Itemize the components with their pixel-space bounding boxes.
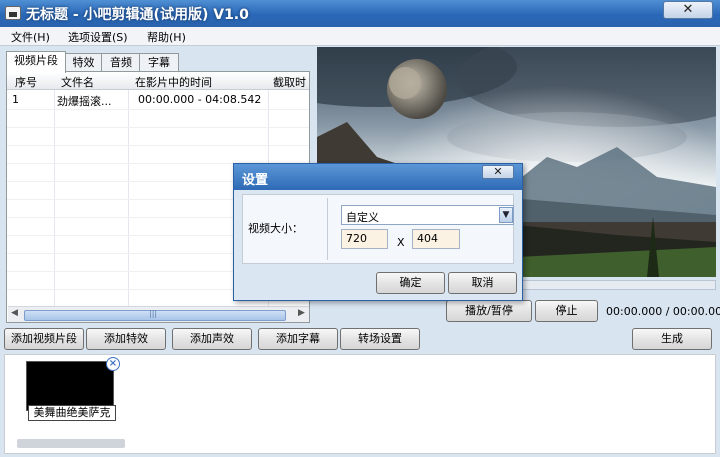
stop-button[interactable]: 停止 — [535, 300, 598, 322]
menu-file[interactable]: 文件(H) — [11, 29, 50, 45]
scroll-right-arrow-icon[interactable]: ▶ — [298, 308, 305, 318]
generate-button[interactable]: 生成 — [632, 328, 712, 350]
dialog-close-button[interactable]: ✕ — [482, 165, 514, 179]
row-filename: 劲爆摇滚... — [57, 95, 112, 108]
chevron-down-icon[interactable]: ▼ — [499, 207, 513, 223]
close-window-button[interactable]: ✕ — [663, 1, 713, 19]
cancel-button[interactable]: 取消 — [448, 272, 517, 294]
row-index: 1 — [12, 93, 19, 106]
tab-effects[interactable]: 特效 — [64, 53, 103, 72]
tab-audio[interactable]: 音频 — [101, 53, 141, 72]
window-title: 无标题 - 小吧剪辑通(试用版) V1.0 — [26, 7, 249, 23]
film-app-icon — [5, 6, 21, 20]
add-clip-button[interactable]: 添加视频片段 — [4, 328, 84, 350]
dialog-divider — [327, 198, 328, 260]
row-line — [7, 127, 309, 128]
menu-help[interactable]: 帮助(H) — [147, 29, 186, 45]
list-header: 序号 文件名 在影片中的时间 截取时 — [7, 72, 309, 90]
add-subtitle-button[interactable]: 添加字幕 — [258, 328, 338, 350]
transition-settings-button[interactable]: 转场设置 — [340, 328, 420, 350]
header-filename[interactable]: 文件名 — [61, 74, 94, 90]
title-bar: 无标题 - 小吧剪辑通(试用版) V1.0 ✕ — [0, 0, 720, 27]
add-effect-button[interactable]: 添加特效 — [86, 328, 166, 350]
clip-label: 美舞曲绝美萨克 — [28, 405, 116, 421]
width-input[interactable]: 720 — [341, 229, 388, 249]
scroll-left-arrow-icon[interactable]: ◀ — [11, 308, 18, 318]
time-display: 00:00.000 / 00:00.000 — [606, 305, 720, 318]
horizontal-scrollbar[interactable]: ◀ ||| ▶ — [8, 306, 309, 322]
dialog-title: 设置 — [242, 173, 269, 188]
header-cut-time[interactable]: 截取时 — [273, 74, 306, 90]
remove-clip-icon[interactable]: × — [106, 357, 120, 371]
row-time: 00:00.000 - 04:08.542 — [138, 93, 262, 106]
dialog-title-bar: 设置 ✕ — [234, 164, 522, 190]
row-line — [7, 145, 309, 146]
header-time-in-movie[interactable]: 在影片中的时间 — [135, 74, 212, 90]
scrollbar-thumb[interactable]: ||| — [24, 309, 286, 321]
video-size-select[interactable]: 自定义 ▼ — [341, 205, 514, 225]
video-size-selected: 自定义 — [346, 211, 379, 224]
size-separator: X — [397, 236, 405, 249]
height-input[interactable]: 404 — [412, 229, 460, 249]
settings-dialog: 设置 ✕ 视频大小： 自定义 ▼ 720 X 404 确定 取消 — [233, 163, 523, 301]
timeline-scrollbar[interactable] — [17, 439, 125, 448]
header-index[interactable]: 序号 — [15, 74, 37, 90]
menu-bar: 文件(H) 选项设置(S) 帮助(H) — [0, 27, 720, 46]
menu-options[interactable]: 选项设置(S) — [68, 29, 128, 45]
row-line — [7, 109, 309, 110]
tab-subtitles[interactable]: 字幕 — [139, 53, 179, 72]
clip-thumbnail[interactable] — [26, 361, 114, 411]
ok-button[interactable]: 确定 — [376, 272, 445, 294]
video-size-label: 视频大小： — [248, 222, 303, 235]
tab-video-clips[interactable]: 视频片段 — [6, 51, 66, 73]
play-pause-button[interactable]: 播放/暂停 — [446, 300, 532, 322]
grip-icon: ||| — [149, 309, 158, 318]
add-sound-button[interactable]: 添加声效 — [172, 328, 252, 350]
